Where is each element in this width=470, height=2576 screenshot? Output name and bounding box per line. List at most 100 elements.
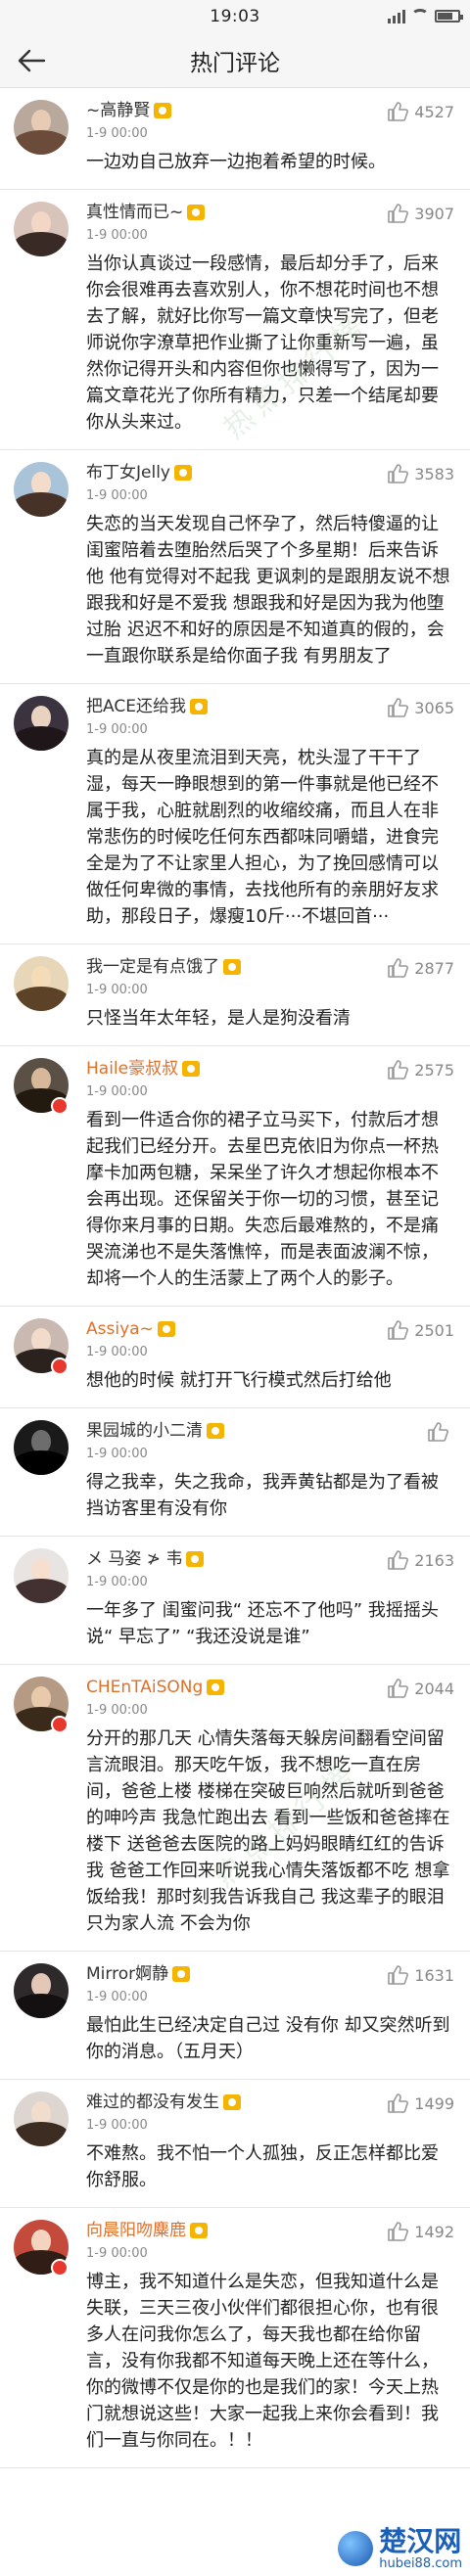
comment-username[interactable]: 把ACE还给我 <box>86 696 186 717</box>
avatar[interactable] <box>14 1963 69 2018</box>
comment-username[interactable]: 真性情而已~ <box>86 202 183 223</box>
like-button[interactable] <box>427 1422 454 1442</box>
like-button[interactable]: 2044 <box>387 1679 454 1698</box>
comment-time: 1-9 00:00 <box>86 2246 148 2261</box>
comment-username[interactable]: 果园城的小二清 <box>86 1420 203 1442</box>
comment-username[interactable]: メ 马姿 ≯ 韦 <box>86 1548 182 1570</box>
like-button[interactable]: 2877 <box>387 958 454 978</box>
avatar-body <box>14 986 69 1011</box>
avatar[interactable] <box>14 956 69 1011</box>
comment-text: 看到一件适合你的裙子立马买下，付款后才想起我们已经分开。去星巴克依旧为你点一杯热… <box>86 1110 439 1289</box>
vip-badge-icon <box>51 1357 69 1375</box>
like-button[interactable]: 2163 <box>387 1550 454 1570</box>
comment-text: 当你认真谈过一段感情，最后却分手了，后来你会很难再去喜欢别人，你不想花时间也不想… <box>86 253 439 433</box>
wifi-icon <box>411 9 429 23</box>
comment-item[interactable]: 我一定是有点饿了 1-9 00:00 2877 只怪当年太年轻，是人是狗没看清 <box>0 944 470 1046</box>
like-count: 1631 <box>414 1965 454 1985</box>
comment-username[interactable]: 向晨阳吻麋鹿 <box>86 2220 186 2241</box>
thumbs-up-icon <box>388 1965 409 1985</box>
comment-username[interactable]: 布丁女Jelly <box>86 462 170 483</box>
avatar[interactable] <box>14 1548 69 1603</box>
comment-text: 想他的时候 就打开飞行模式然后打给他 <box>86 1370 392 1391</box>
like-button[interactable]: 2575 <box>387 1060 454 1080</box>
like-button[interactable]: 4527 <box>387 102 454 121</box>
like-button[interactable]: 1631 <box>387 1965 454 1985</box>
comment-username[interactable]: CHEnTAiSONg <box>86 1677 203 1698</box>
avatar[interactable] <box>14 462 69 517</box>
comment-time: 1-9 00:00 <box>86 1575 148 1589</box>
avatar[interactable] <box>14 2092 69 2146</box>
status-time: 19:03 <box>210 7 260 26</box>
thumbs-up-icon <box>388 1679 409 1698</box>
like-count: 2163 <box>414 1550 454 1570</box>
like-button[interactable]: 3583 <box>387 464 454 483</box>
like-button[interactable]: 1499 <box>387 2093 454 2113</box>
comment-text: 失恋的当天发现自己怀孕了，然后特傻逼的让闺蜜陪着去堕胎然后哭了个多星期！后来告诉… <box>86 514 450 667</box>
like-count: 4527 <box>414 102 454 121</box>
avatar-body <box>14 1578 69 1603</box>
comment-item[interactable]: 向晨阳吻麋鹿 1-9 00:00 1492 博主，我不知道什么是失恋，但我知道什么是失… <box>0 2208 470 2468</box>
comment-item[interactable]: 把ACE还给我 1-9 00:00 3065 真的是从夜里流泪到天亮，枕头湿了干干了湿… <box>0 684 470 944</box>
avatar-body <box>14 491 69 517</box>
thumbs-up-icon <box>388 102 409 121</box>
comment-username[interactable]: Mirror婀静 <box>86 1963 168 1985</box>
comment-time: 1-9 00:00 <box>86 1084 148 1099</box>
comment-username[interactable]: Haile豪叔叔 <box>86 1058 178 1080</box>
like-button[interactable]: 3065 <box>387 698 454 717</box>
comment-text: 博主，我不知道什么是失恋，但我知道什么是失联，三天三夜小伙伴们都很担心你，也有很… <box>86 2272 439 2451</box>
comment-item[interactable]: 难过的都没有发生 1-9 00:00 1499 不难熬。我不怕一个人孤独，反正怎样都比… <box>0 2080 470 2208</box>
level-badge-icon <box>189 699 208 714</box>
footer-site: hubei88.com <box>379 2555 462 2571</box>
comment-item[interactable]: CHEnTAiSONg 1-9 00:00 2044 分开的那几天 心情失落每天躲房间… <box>0 1665 470 1952</box>
avatar[interactable] <box>14 696 69 751</box>
thumbs-up-icon <box>388 2222 409 2241</box>
comment-item[interactable]: 果园城的小二清 1-9 00:00 得之我幸，失之我命，我弄黄钻都是为了看被挡访客里… <box>0 1408 470 1537</box>
avatar[interactable] <box>14 202 69 256</box>
comment-username[interactable]: 难过的都没有发生 <box>86 2092 219 2113</box>
comment-text: 一边劝自己放弃一边抱着希望的时候。 <box>86 152 386 172</box>
comment-item[interactable]: Assiya~ 1-9 00:00 2501 想他的时候 就打开飞行模式然后打给他 <box>0 1307 470 1408</box>
level-badge-icon <box>172 1966 191 1982</box>
thumbs-up-icon <box>388 1060 409 1080</box>
like-count: 1492 <box>414 2222 454 2241</box>
comment-item[interactable]: メ 马姿 ≯ 韦 1-9 00:00 2163 一年多了 闺蜜问我“ 还忘不了他吗” … <box>0 1537 470 1665</box>
footer-logo: 楚汉网 hubei88.com <box>284 2521 470 2576</box>
level-badge-icon <box>207 1679 225 1695</box>
like-count: 2044 <box>414 1679 454 1698</box>
avatar[interactable] <box>14 1420 69 1475</box>
comment-item[interactable]: Mirror婀静 1-9 00:00 1631 最怕此生已经决定自己过 没有你 却又突… <box>0 1952 470 2080</box>
comment-time: 1-9 00:00 <box>86 1345 148 1359</box>
thumbs-up-icon <box>428 1422 448 1442</box>
comment-item[interactable]: Haile豪叔叔 1-9 00:00 2575 看到一件适合你的裙子立马买下，付款后才… <box>0 1046 470 1307</box>
thumbs-up-icon <box>388 958 409 978</box>
avatar-body <box>14 2121 69 2146</box>
comment-text: 不难熬。我不怕一个人孤独，反正怎样都比爱你舒服。 <box>86 2143 439 2190</box>
comment-time: 1-9 00:00 <box>86 228 148 243</box>
comment-username[interactable]: Assiya~ <box>86 1318 154 1340</box>
comment-text: 最怕此生已经决定自己过 没有你 却又突然听到你的消息。（五月天） <box>86 2015 450 2062</box>
status-icons <box>388 8 463 23</box>
thumbs-up-icon <box>388 698 409 717</box>
level-badge-icon <box>223 959 241 975</box>
comment-item[interactable]: ~高静賢 1-9 00:00 4527 一边劝自己放弃一边抱着希望的时候。 <box>0 88 470 190</box>
comment-item[interactable]: 真性情而已~ 1-9 00:00 3907 当你认真谈过一段感情，最后却分手了，后来你… <box>0 190 470 450</box>
like-button[interactable]: 3907 <box>387 204 454 223</box>
globe-icon <box>338 2531 374 2566</box>
comment-time: 1-9 00:00 <box>86 722 148 737</box>
avatar[interactable] <box>14 100 69 155</box>
level-badge-icon <box>154 103 172 118</box>
comment-item[interactable]: 布丁女Jelly 1-9 00:00 3583 失恋的当天发现自己怀孕了，然后特傻逼的… <box>0 450 470 684</box>
back-button[interactable] <box>12 43 51 78</box>
level-badge-icon <box>173 465 192 481</box>
thumbs-up-icon <box>388 464 409 483</box>
like-button[interactable]: 1492 <box>387 2222 454 2241</box>
like-count: 2501 <box>414 1320 454 1340</box>
like-count: 1499 <box>414 2093 454 2113</box>
like-count: 3583 <box>414 464 454 483</box>
thumbs-up-icon <box>388 2093 409 2113</box>
comment-username[interactable]: 我一定是有点饿了 <box>86 956 219 978</box>
comment-username[interactable]: ~高静賢 <box>86 100 150 121</box>
like-button[interactable]: 2501 <box>387 1320 454 1340</box>
vip-badge-icon <box>51 2259 69 2277</box>
avatar-body <box>14 1449 69 1475</box>
